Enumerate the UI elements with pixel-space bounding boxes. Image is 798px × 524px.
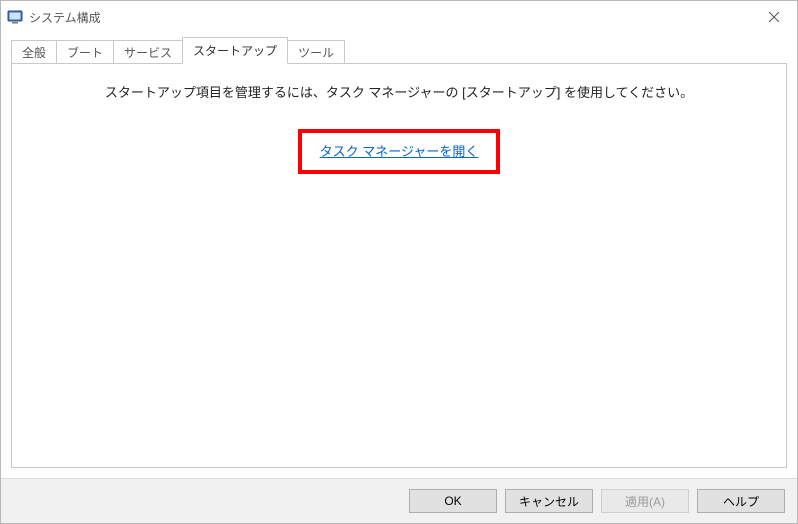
tabstrip: 全般 ブート サービス スタートアップ ツール bbox=[11, 39, 787, 63]
tab-label: サービス bbox=[124, 46, 172, 60]
titlebar: システム構成 bbox=[1, 1, 797, 33]
close-icon bbox=[769, 12, 779, 22]
link-highlight-box: タスク マネージャーを開く bbox=[298, 129, 501, 174]
tab-boot[interactable]: ブート bbox=[56, 40, 114, 64]
startup-message: スタートアップ項目を管理するには、タスク マネージャーの [スタートアップ] を… bbox=[105, 82, 693, 101]
button-label: ヘルプ bbox=[723, 493, 759, 510]
help-button[interactable]: ヘルプ bbox=[697, 489, 785, 513]
dialog-button-row: OK キャンセル 適用(A) ヘルプ bbox=[1, 478, 797, 523]
close-button[interactable] bbox=[751, 1, 797, 33]
tab-panel-startup: スタートアップ項目を管理するには、タスク マネージャーの [スタートアップ] を… bbox=[11, 63, 787, 468]
tab-label: ブート bbox=[67, 46, 103, 60]
open-task-manager-link[interactable]: タスク マネージャーを開く bbox=[320, 144, 479, 159]
tab-label: 全般 bbox=[22, 46, 46, 60]
button-label: 適用(A) bbox=[625, 493, 665, 510]
tab-services[interactable]: サービス bbox=[113, 40, 183, 64]
panel-content: スタートアップ項目を管理するには、タスク マネージャーの [スタートアップ] を… bbox=[12, 64, 786, 192]
ok-button[interactable]: OK bbox=[409, 489, 497, 513]
system-configuration-window: システム構成 全般 ブート サービス スタートアップ ツール スタートアップ項目… bbox=[0, 0, 798, 524]
tab-label: スタートアップ bbox=[193, 44, 277, 58]
tab-general[interactable]: 全般 bbox=[11, 40, 57, 64]
tab-tools[interactable]: ツール bbox=[287, 40, 345, 64]
app-icon bbox=[7, 9, 23, 25]
link-wrap: タスク マネージャーを開く bbox=[32, 129, 766, 174]
tab-label: ツール bbox=[298, 46, 334, 60]
tab-startup[interactable]: スタートアップ bbox=[182, 37, 288, 64]
apply-button: 適用(A) bbox=[601, 489, 689, 513]
client-area: 全般 ブート サービス スタートアップ ツール スタートアップ項目を管理するには… bbox=[1, 33, 797, 478]
window-title: システム構成 bbox=[29, 9, 101, 26]
button-label: OK bbox=[444, 494, 461, 508]
button-label: キャンセル bbox=[519, 493, 579, 510]
cancel-button[interactable]: キャンセル bbox=[505, 489, 593, 513]
